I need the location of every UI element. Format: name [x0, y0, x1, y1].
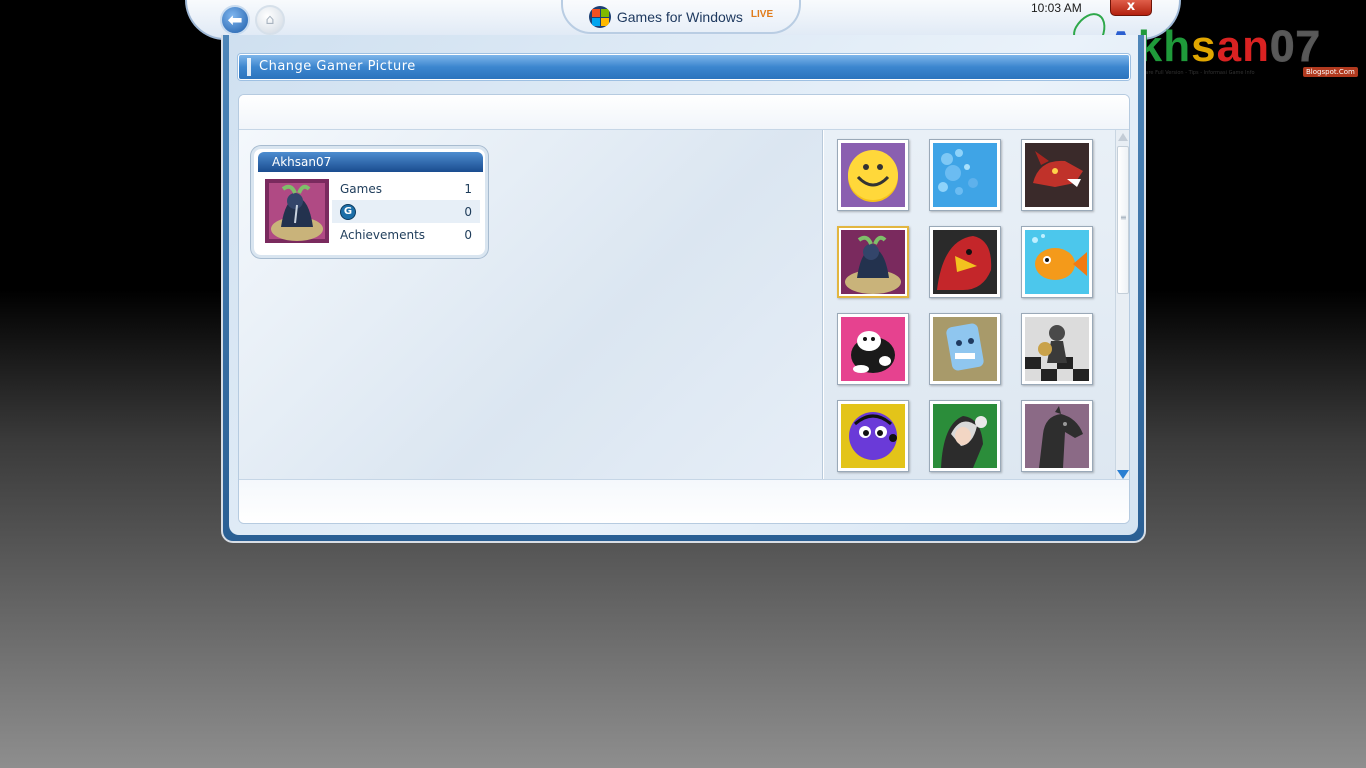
watermark-badge: Blogspot.Com: [1303, 67, 1358, 77]
brand-tab: Games for Windows LIVE: [561, 0, 801, 34]
gamer-picture: [265, 179, 329, 243]
gamerscore-icon: G: [340, 203, 356, 220]
back-arrow-icon: ⬅: [227, 9, 243, 31]
red-dragon-icon: [1025, 143, 1089, 207]
content-header: [239, 95, 1129, 130]
smiley-face-icon: [841, 143, 905, 207]
gamer-card-pane: Akhsan07 Games 1 G0 Achievements 0: [239, 130, 823, 481]
picture-tile-horse[interactable]: [1021, 400, 1093, 472]
scroll-up-arrow-icon[interactable]: [1118, 132, 1128, 142]
blue-bubbles-icon: [933, 143, 997, 207]
picture-tile-anime-girl[interactable]: [929, 400, 1001, 472]
picture-tile-bubbles[interactable]: [929, 139, 1001, 211]
picture-tile-chess-pawn[interactable]: [1021, 313, 1093, 385]
gamertag: Akhsan07: [258, 152, 483, 172]
home-icon: ⌂: [265, 12, 275, 28]
elephant-knight-icon: [841, 230, 905, 294]
red-bird-icon: [933, 230, 997, 294]
home-button[interactable]: ⌂: [255, 5, 285, 35]
scroll-down-arrow-icon[interactable]: [1118, 469, 1128, 479]
picture-tile-blue-robot[interactable]: [929, 313, 1001, 385]
brand-live: LIVE: [750, 8, 774, 20]
goldfish-icon: [1025, 230, 1089, 294]
stat-achievements: Achievements 0: [340, 227, 472, 242]
content-footer: [239, 479, 1129, 523]
back-button[interactable]: ⬅: [220, 5, 250, 35]
horse-head-icon: [1025, 404, 1089, 468]
picture-tile-purple-gear[interactable]: [837, 400, 909, 472]
picture-tile-red-bird[interactable]: [929, 226, 1001, 298]
blue-robot-icon: [933, 317, 997, 381]
purple-gear-monster-icon: [841, 404, 905, 468]
page-title: Change Gamer Picture: [238, 54, 1130, 80]
gamer-card: Akhsan07 Games 1 G0 Achievements 0: [251, 146, 488, 258]
picture-scrollbar[interactable]: [1115, 130, 1129, 481]
scroll-thumb[interactable]: [1117, 146, 1129, 294]
picture-tile-cow[interactable]: [837, 313, 909, 385]
picture-tile-smiley[interactable]: [837, 139, 909, 211]
chess-pawn-icon: [1025, 317, 1089, 381]
anime-girl-icon: [933, 404, 997, 468]
stat-gamerscore: G0: [332, 200, 480, 223]
black-cow-icon: [841, 317, 905, 381]
picture-tile-elephant-knight[interactable]: [837, 226, 909, 298]
windows-logo-icon: [588, 6, 611, 28]
stat-games: Games 1: [340, 181, 472, 196]
picture-tile-dragon[interactable]: [1021, 139, 1093, 211]
picture-tile-goldfish[interactable]: [1021, 226, 1093, 298]
picture-grid: [824, 130, 1129, 481]
gamer-stats: Games 1 G0 Achievements 0: [332, 177, 480, 246]
content-panel: Akhsan07 Games 1 G0 Achievements 0 ≡: [238, 94, 1130, 524]
brand-text: Games for Windows: [616, 9, 743, 25]
